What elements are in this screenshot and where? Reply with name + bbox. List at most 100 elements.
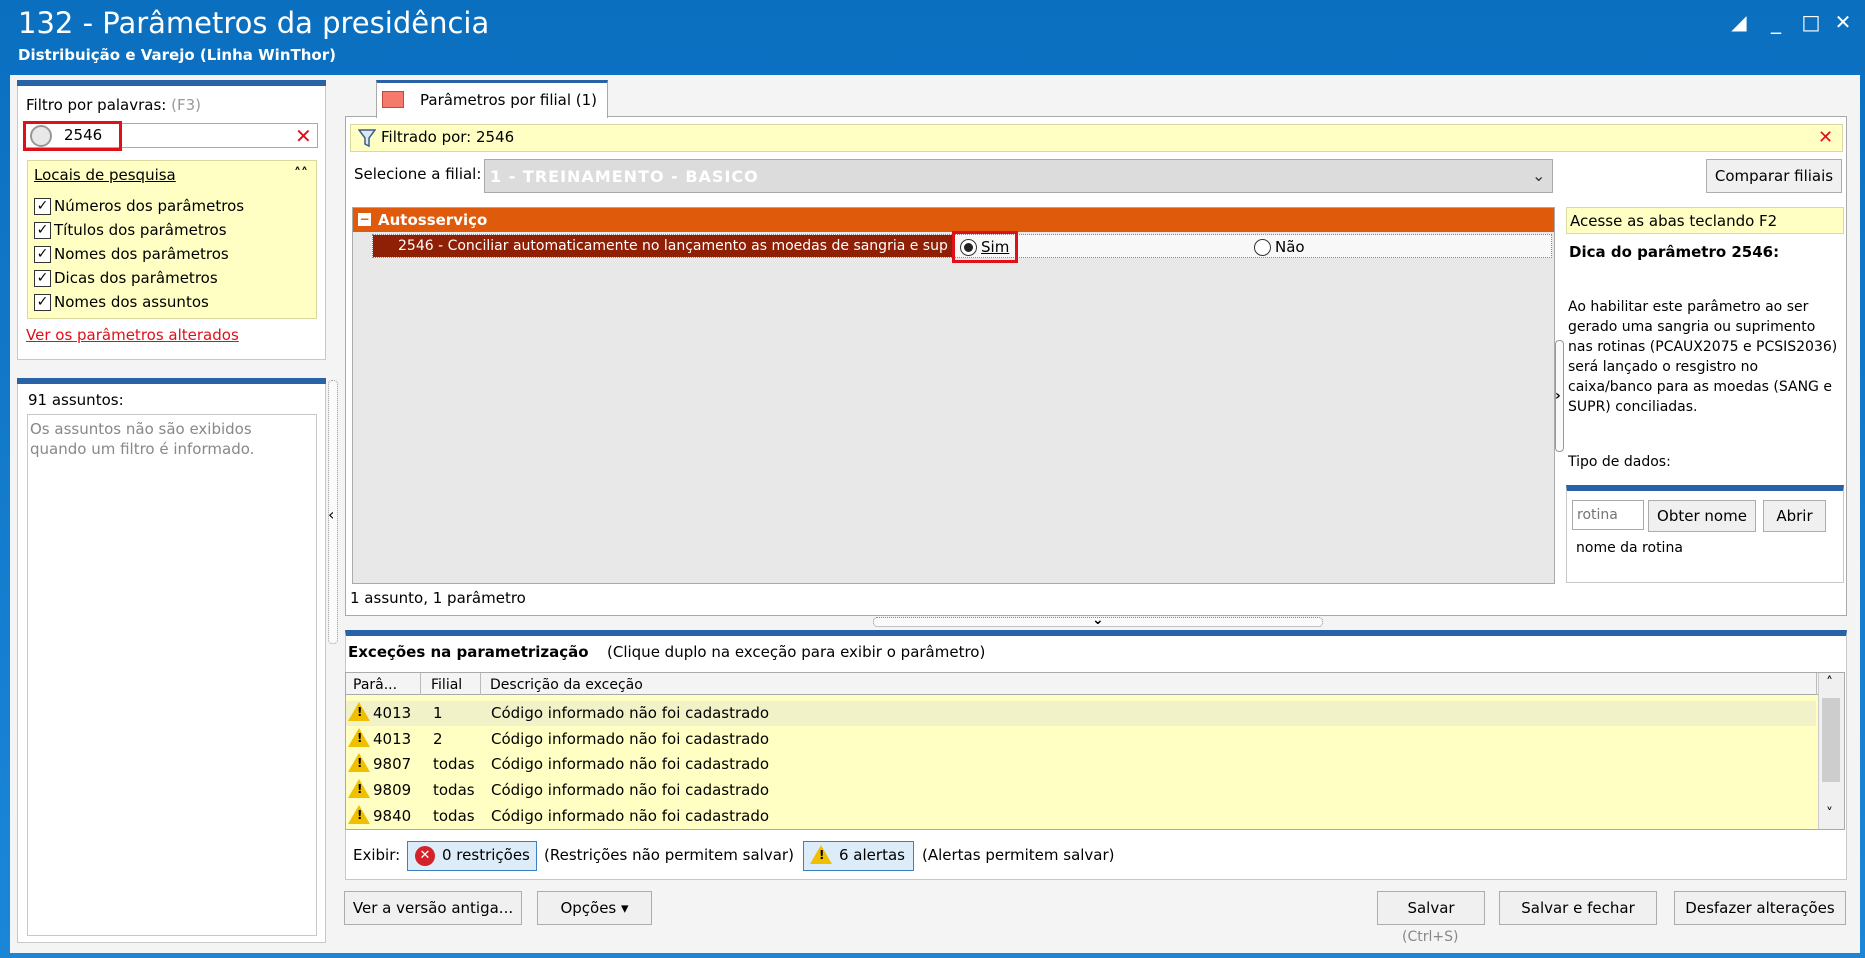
options-button-label: Opções (560, 899, 617, 917)
scroll-up-icon[interactable]: ˄ (1826, 675, 1833, 691)
abrir-button[interactable]: Abrir (1763, 500, 1826, 532)
warning-mark: ! (357, 808, 363, 822)
alerts-label[interactable]: 6 alertas (839, 846, 905, 864)
subjects-panel-topbar (17, 378, 326, 384)
filter-label: Filtro por palavras: (F3) (26, 96, 201, 114)
subjects-count: 91 assuntos: (28, 391, 124, 409)
save-button[interactable]: Salvar (1377, 891, 1485, 925)
radio-nao[interactable] (1254, 239, 1271, 256)
checkbox-icon[interactable]: ✓ (34, 197, 51, 215)
save-and-close-button[interactable]: Salvar e fechar (1499, 891, 1657, 925)
table-row[interactable]: ! 9807 todas Código informado não foi ca… (346, 752, 1816, 777)
dropdown-arrow-icon: ▾ (621, 899, 629, 917)
undo-changes-button[interactable]: Desfazer alterações (1674, 891, 1846, 925)
hint-bar-text: Acesse as abas teclando F2 (1570, 212, 1778, 230)
scroll-down-icon[interactable]: ˅ (1826, 806, 1833, 822)
table-row[interactable]: ! 4013 1 Código informado não foi cadast… (346, 701, 1816, 726)
row-param: 9840 (373, 807, 412, 825)
title-bar: 132 - Parâmetros da presidência Distribu… (0, 0, 1865, 76)
chevron-left-icon[interactable]: ‹ (328, 505, 334, 524)
funnel-icon (358, 129, 376, 148)
search-locations-title[interactable]: Locais de pesquisa (34, 166, 176, 184)
restrictions-note: (Restrições não permitem salvar) (544, 846, 794, 864)
row-param: 4013 (373, 704, 412, 722)
search-highlight (23, 121, 122, 151)
column-separator[interactable] (480, 673, 481, 695)
chevron-down-icon[interactable]: ⌄ (1532, 166, 1545, 185)
row-description: Código informado não foi cadastrado (491, 807, 770, 825)
chevron-right-icon[interactable]: › (1555, 388, 1561, 404)
option-titulos[interactable]: ✓ Títulos dos parâmetros (34, 221, 227, 239)
scrollbar-thumb[interactable] (1822, 698, 1840, 782)
minimize-icon[interactable]: _ (1762, 8, 1790, 36)
error-icon: ✕ (415, 846, 435, 866)
option-label: Dicas dos parâmetros (54, 269, 218, 287)
column-header-param[interactable]: Parâ... (353, 677, 397, 693)
table-row[interactable]: ! 9840 todas Código informado não foi ca… (346, 804, 1816, 829)
table-row[interactable]: ! 4013 2 Código informado não foi cadast… (346, 727, 1816, 752)
option-nomes[interactable]: ✓ Nomes dos parâmetros (34, 245, 229, 263)
subjects-list[interactable] (27, 414, 317, 936)
row-param: 4013 (373, 730, 412, 748)
tab-label[interactable]: Parâmetros por filial (1) (420, 91, 597, 109)
warning-mark: ! (357, 705, 363, 719)
clear-search-icon[interactable]: ✕ (295, 124, 312, 148)
restrictions-label[interactable]: 0 restrições (442, 846, 530, 864)
option-label: Números dos parâmetros (54, 197, 245, 215)
option-numeros[interactable]: ✓ Números dos parâmetros (34, 197, 244, 215)
option-label: Títulos dos parâmetros (54, 221, 227, 239)
old-version-button[interactable]: Ver a versão antiga... (344, 891, 522, 925)
maximize-icon[interactable]: □ (1797, 8, 1825, 36)
alerts-note: (Alertas permitem salvar) (922, 846, 1115, 864)
radio-nao-label[interactable]: Não (1275, 238, 1305, 256)
collapse-icon[interactable]: ˄˄ (294, 166, 308, 182)
option-label: Nomes dos assuntos (54, 293, 209, 311)
option-label: Nomes dos parâmetros (54, 245, 229, 263)
row-description: Código informado não foi cadastrado (491, 730, 770, 748)
option-assuntos[interactable]: ✓ Nomes dos assuntos (34, 293, 209, 311)
row-filial: todas (433, 781, 475, 799)
row-description: Código informado não foi cadastrado (491, 755, 770, 773)
filial-value: 1 - TREINAMENTO - BASICO (490, 167, 759, 186)
collapse-group-icon[interactable]: − (358, 213, 371, 226)
rotina-input[interactable] (1572, 500, 1644, 530)
column-separator[interactable] (1816, 673, 1817, 695)
group-title: Autosserviço (378, 211, 488, 229)
exceptions-subtitle: (Clique duplo na exceção para exibir o p… (607, 643, 986, 661)
sim-highlight (952, 231, 1018, 263)
option-dicas[interactable]: ✓ Dicas dos parâmetros (34, 269, 218, 287)
changed-params-link[interactable]: Ver os parâmetros alterados (26, 326, 239, 344)
group-header[interactable] (353, 208, 1554, 232)
compare-filiais-button[interactable]: Comparar filiais (1706, 159, 1842, 193)
save-shortcut: (Ctrl+S) (1402, 929, 1459, 945)
table-row[interactable]: ! 9809 todas Código informado não foi ca… (346, 778, 1816, 803)
chevron-down-icon[interactable]: ⌄ (1092, 612, 1104, 628)
checkbox-icon[interactable]: ✓ (34, 221, 51, 239)
close-filter-icon[interactable]: ✕ (1818, 127, 1833, 148)
close-icon[interactable]: ✕ (1829, 8, 1857, 36)
row-description: Código informado não foi cadastrado (491, 704, 770, 722)
checkbox-icon[interactable]: ✓ (34, 245, 51, 263)
obter-nome-button[interactable]: Obter nome (1648, 500, 1756, 532)
filter-bar (350, 124, 1843, 152)
row-param: 9807 (373, 755, 412, 773)
row-filial: todas (433, 755, 475, 773)
restore-icon[interactable]: ◢ (1725, 8, 1753, 36)
parameter-label: 2546 - Conciliar automaticamente no lanç… (398, 238, 948, 254)
column-header-description[interactable]: Descrição da exceção (490, 677, 643, 693)
rotina-name: nome da rotina (1576, 540, 1683, 556)
warning-mark: ! (357, 782, 363, 796)
hint-title: Dica do parâmetro 2546: (1569, 243, 1780, 261)
column-separator[interactable] (420, 673, 421, 695)
app-subtitle: Distribuição e Varejo (Linha WinThor) (18, 46, 336, 64)
options-button[interactable]: Opções ▾ (537, 891, 652, 925)
status-summary: 1 assunto, 1 parâmetro (350, 589, 526, 607)
folder-icon (382, 91, 404, 108)
filial-label: Selecione a filial: (354, 165, 482, 183)
checkbox-icon[interactable]: ✓ (34, 293, 51, 311)
row-filial: todas (433, 807, 475, 825)
hint-body: Ao habilitar este parâmetro ao ser gerad… (1568, 299, 1838, 415)
checkbox-icon[interactable]: ✓ (34, 269, 51, 287)
row-filial: 1 (433, 704, 443, 722)
column-header-filial[interactable]: Filial (431, 677, 462, 693)
